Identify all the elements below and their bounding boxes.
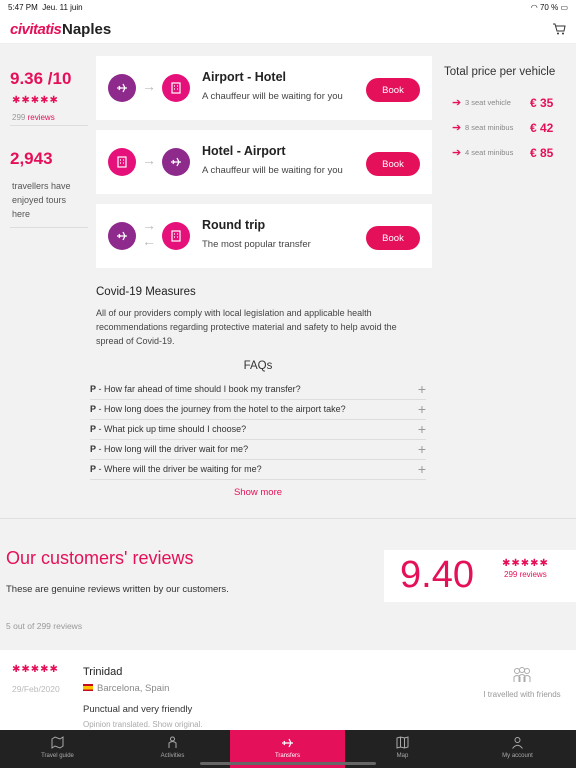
book-button[interactable]: Book: [366, 152, 420, 176]
arrow-right-icon: ➔: [452, 147, 462, 159]
reviews-score-stars: ✱✱✱✱✱: [502, 558, 549, 569]
travel-type: I travelled with friends: [483, 690, 561, 699]
hotel-icon: [108, 148, 136, 176]
card-title: Hotel - Airport: [202, 144, 286, 158]
reviews-score: 9.40: [400, 554, 474, 596]
plus-icon: +: [417, 441, 426, 457]
arrow-left-icon: ←: [142, 233, 156, 249]
transfer-card-round-trip[interactable]: → ← Round trip The most popular transfer…: [96, 204, 432, 268]
plane-icon: [282, 738, 293, 748]
hotel-icon: [162, 222, 190, 250]
plus-icon: +: [417, 421, 426, 437]
battery-icon: ▭: [560, 3, 568, 12]
price-title: Total price per vehicle: [444, 66, 556, 78]
show-more-link[interactable]: Show more: [96, 487, 420, 498]
home-indicator: [200, 762, 376, 765]
card-title: Airport - Hotel: [202, 70, 287, 84]
book-button[interactable]: Book: [366, 78, 420, 102]
price-panel: Total price per vehicle ➔ 3 seat vehicle…: [440, 56, 570, 166]
price-row: ➔ 3 seat vehicle € 35: [452, 96, 554, 110]
faq-item[interactable]: P - How long does the journey from the h…: [90, 400, 426, 420]
arrow-right-icon: →: [142, 152, 156, 168]
map-icon: [396, 736, 409, 749]
card-subtitle: A chauffeur will be waiting for you: [202, 91, 343, 102]
review-text: Punctual and very friendly: [83, 704, 193, 715]
reviewer-location: Barcelona, Spain: [83, 683, 169, 694]
divider: [10, 227, 88, 228]
faq-item[interactable]: P - Where will the driver be waiting for…: [90, 460, 426, 480]
rating-reviews[interactable]: 299 reviews: [12, 113, 55, 122]
brand-logo[interactable]: civitatis: [10, 21, 62, 38]
transfer-card-airport-hotel[interactable]: → Airport - Hotel A chauffeur will be wa…: [96, 56, 432, 120]
faq-item[interactable]: P - How far ahead of time should I book …: [90, 380, 426, 400]
plane-icon: [108, 222, 136, 250]
plus-icon: +: [417, 401, 426, 417]
map-pin-icon: [51, 736, 64, 749]
rating-stars: ✱✱✱✱✱: [12, 95, 59, 106]
person-icon: [168, 736, 177, 748]
faq-item[interactable]: P - What pick up time should I choose? +: [90, 420, 426, 440]
card-subtitle: A chauffeur will be waiting for you: [202, 165, 343, 176]
review-stars: ✱✱✱✱✱: [12, 664, 59, 675]
reviews-subtitle: These are genuine reviews written by our…: [6, 584, 229, 595]
reviewer-name: Trinidad: [83, 666, 123, 678]
review-card: ✱✱✱✱✱ 29/Feb/2020 Trinidad Barcelona, Sp…: [0, 650, 576, 730]
book-button[interactable]: Book: [366, 226, 420, 250]
review-date: 29/Feb/2020: [12, 684, 60, 694]
card-title: Round trip: [202, 218, 266, 232]
status-battery: ◠ 70 % ▭: [530, 3, 568, 12]
travellers-text: travellers have enjoyed tours here: [12, 181, 71, 219]
wifi-icon: ◠: [530, 3, 538, 12]
covid-title: Covid-19 Measures: [96, 286, 196, 298]
plus-icon: +: [417, 461, 426, 477]
plane-icon: [108, 74, 136, 102]
status-time: 5:47 PM Jeu. 11 juin: [8, 3, 83, 12]
page-title: Naples: [62, 21, 112, 38]
price-row: ➔ 4 seat minibus € 85: [452, 146, 554, 160]
friends-icon: [513, 667, 531, 682]
transfer-card-hotel-airport[interactable]: → Hotel - Airport A chauffeur will be wa…: [96, 130, 432, 194]
divider: [10, 125, 88, 126]
reviews-score-box: 9.40 ✱✱✱✱✱ 299 reviews: [384, 550, 576, 602]
status-bar: 5:47 PM Jeu. 11 juin ◠ 70 % ▭: [0, 0, 576, 16]
cart-icon[interactable]: [552, 22, 566, 36]
reviews-score-count[interactable]: 299 reviews: [504, 570, 547, 579]
hotel-icon: [162, 74, 190, 102]
rating-score: 9.36 /10: [10, 69, 72, 88]
arrow-right-icon: ➔: [452, 122, 462, 134]
card-subtitle: The most popular transfer: [202, 239, 311, 250]
review-translation-note[interactable]: Opinion translated. Show original.: [83, 720, 203, 729]
price-row: ➔ 8 seat minibus € 42: [452, 121, 554, 135]
reviews-title: Our customers' reviews: [6, 548, 194, 568]
faqs-title: FAQs: [243, 360, 273, 372]
nav-my-account[interactable]: My account: [460, 730, 575, 768]
reviews-count-text: 5 out of 299 reviews: [6, 621, 83, 631]
arrow-right-icon: ➔: [452, 97, 462, 109]
plane-icon: [162, 148, 190, 176]
rating-summary: 9.36 /10 ✱✱✱✱✱ 299 reviews 2,943 travell…: [0, 55, 88, 231]
plus-icon: +: [417, 381, 426, 397]
nav-travel-guide[interactable]: Travel guide: [0, 730, 115, 768]
arrow-right-icon: →: [142, 78, 156, 94]
spain-flag-icon: [83, 684, 93, 691]
faq-item[interactable]: P - How long will the driver wait for me…: [90, 440, 426, 460]
bottom-nav: Travel guide Activities Transfers Map My…: [0, 730, 576, 768]
user-icon: [512, 737, 523, 749]
arrow-right-icon: →: [142, 217, 156, 233]
app-header: civitatis Naples: [0, 16, 576, 44]
divider: [0, 518, 576, 519]
travellers-count: 2,943: [10, 149, 53, 168]
covid-text: All of our providers comply with local l…: [96, 308, 397, 346]
